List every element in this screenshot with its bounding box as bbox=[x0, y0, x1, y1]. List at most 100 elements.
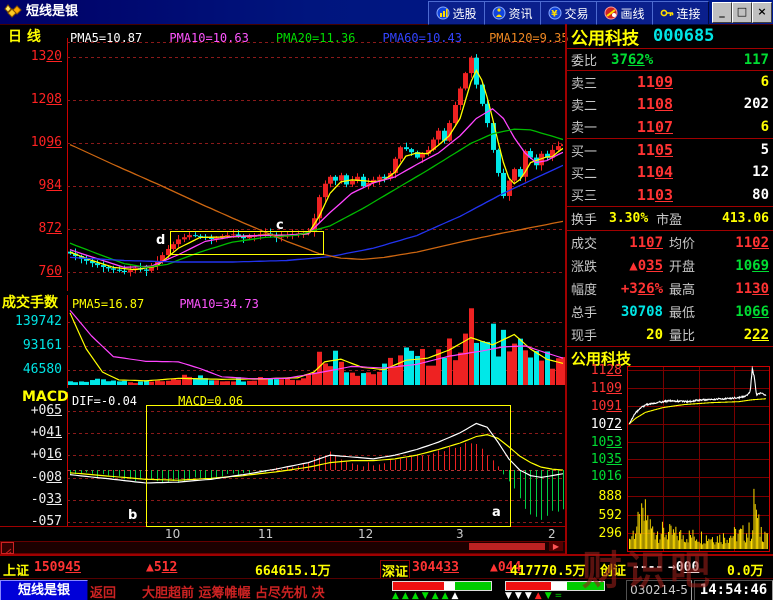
period-label: 日 线 bbox=[8, 26, 41, 46]
bid3-qty: 80 bbox=[752, 187, 769, 203]
draw-line-icon bbox=[604, 6, 618, 20]
ask1-price: 1107 bbox=[607, 118, 673, 136]
stock-pick-icon bbox=[436, 6, 450, 20]
bid-row-3: 买三 1103 80 bbox=[567, 183, 773, 207]
ask3-qty: 6 bbox=[761, 74, 769, 90]
pma60-readout: PMA60=10.43 bbox=[383, 31, 462, 45]
ask-row-2: 卖二 1108 202 bbox=[567, 93, 773, 115]
quote-panel: 公用科技 000685 委比 3762% 117 卖三 1109 6 卖二 11… bbox=[567, 24, 773, 369]
news-icon bbox=[492, 6, 506, 20]
stat-label: 开盘 bbox=[669, 256, 703, 275]
stock-pick-label: 选股 bbox=[452, 5, 476, 22]
news-button[interactable]: 资讯 bbox=[484, 1, 541, 25]
bid2-price: 1104 bbox=[607, 163, 673, 181]
price-axis-tick: 1208 bbox=[0, 93, 62, 106]
ask1-qty: 6 bbox=[761, 119, 769, 135]
ask-row-3: 卖三 1109 6 bbox=[567, 71, 773, 93]
price-axis-tick: 984 bbox=[0, 179, 62, 192]
cy-index-change: →000 bbox=[668, 560, 699, 575]
minimize-button[interactable]: _ bbox=[712, 2, 732, 23]
chart-scrollbar[interactable]: ▶ bbox=[0, 541, 567, 554]
stat-label: 均价 bbox=[669, 233, 703, 252]
ask3-price: 1109 bbox=[607, 73, 673, 91]
x-axis-month-label: 10 bbox=[165, 527, 180, 541]
stat-label: 最低 bbox=[669, 302, 703, 321]
price-axis-tick: 1320 bbox=[0, 50, 62, 63]
x-axis-month-label: 11 bbox=[258, 527, 273, 541]
pma20-readout: PMA20=11.36 bbox=[276, 31, 355, 45]
sz-index-amount: 417770.5万 bbox=[510, 560, 586, 579]
weibi-label: 委比 bbox=[571, 50, 597, 69]
annotation-letter-b: b bbox=[128, 508, 137, 523]
svg-text:¥: ¥ bbox=[552, 10, 559, 20]
stock-pick-button[interactable]: 选股 bbox=[428, 1, 485, 25]
turnover-value: 3.30% bbox=[609, 211, 648, 226]
stat-value: 1107 bbox=[605, 235, 663, 251]
intraday-price-tick: 1072 bbox=[560, 418, 622, 431]
window-title: 短线是银 bbox=[26, 0, 78, 24]
stat-label: 总手 bbox=[571, 302, 605, 321]
trade-icon: ¥ bbox=[548, 6, 562, 20]
stat-label: 幅度 bbox=[571, 279, 605, 298]
scrollbar-thumb[interactable] bbox=[469, 543, 545, 550]
stock-code: 000685 bbox=[653, 26, 714, 46]
stat-value: 222 bbox=[744, 327, 769, 343]
annotation-letter-a: a bbox=[492, 505, 501, 520]
bid1-qty: 5 bbox=[761, 142, 769, 158]
bid1-label: 买一 bbox=[571, 141, 607, 160]
stat-value: 1066 bbox=[735, 304, 769, 320]
bid2-label: 买二 bbox=[571, 163, 607, 182]
cy-index-amount: 0.0万 bbox=[727, 560, 763, 579]
stat-value: 20 bbox=[605, 327, 663, 343]
date-display: 030214-5 bbox=[626, 580, 692, 600]
stat-row: 成交 1107 均价 1102 bbox=[567, 231, 773, 254]
scrollbar-right-arrow[interactable]: ▶ bbox=[549, 542, 563, 551]
macd-axis-tick: +065 bbox=[0, 404, 62, 417]
maximize-button[interactable]: □ bbox=[732, 2, 752, 23]
breadth-bar bbox=[505, 581, 605, 591]
macd-axis-tick: +041 bbox=[0, 426, 62, 439]
intraday-price-tick: 1128 bbox=[560, 364, 622, 377]
stat-value: 30708 bbox=[605, 304, 663, 320]
annotation-box-macd bbox=[146, 405, 511, 527]
stock-name: 公用科技 bbox=[571, 24, 639, 49]
trade-button[interactable]: ¥ 交易 bbox=[540, 1, 597, 25]
connect-button[interactable]: 连接 bbox=[652, 1, 709, 25]
annotation-box-consolidation bbox=[170, 231, 324, 255]
price-axis-tick: 872 bbox=[0, 222, 62, 235]
draw-line-button[interactable]: 画线 bbox=[596, 1, 653, 25]
tab-duanxianshiyin[interactable]: 短线是银 bbox=[0, 580, 88, 600]
weibi-diff: 117 bbox=[744, 52, 769, 68]
trading-app-window: 短线是银 选股 资讯 ¥ 交易 bbox=[0, 0, 773, 600]
market-breadth-panel-2: ▼▼▼▲▼= bbox=[505, 581, 605, 599]
turnover-pe-row: 换手 3.30% 市盈 413.06 bbox=[567, 207, 773, 231]
daily-indicator-readout: PMA5=10.87 PMA10=10.63 PMA20=11.36 PMA60… bbox=[70, 27, 569, 46]
bid1-price: 1105 bbox=[607, 141, 673, 159]
pe-value: 413.06 bbox=[722, 211, 769, 226]
weibi-value: 3762% bbox=[611, 52, 653, 68]
bid-row-1: 买一 1105 5 bbox=[567, 139, 773, 161]
x-axis-month-label: 2 bbox=[548, 527, 556, 541]
intraday-price-tick: 1035 bbox=[560, 453, 622, 466]
stat-label: 现手 bbox=[571, 325, 605, 344]
intraday-chart-canvas bbox=[627, 366, 770, 552]
cy-index-label[interactable]: 创证 bbox=[600, 560, 626, 579]
bid3-price: 1103 bbox=[607, 186, 673, 204]
macd-axis-tick: +016 bbox=[0, 448, 62, 461]
back-button[interactable]: 返回 bbox=[90, 582, 116, 600]
weibi-row: 委比 3762% 117 bbox=[567, 49, 773, 71]
ask1-label: 卖一 bbox=[571, 117, 607, 136]
news-label: 资讯 bbox=[508, 5, 532, 22]
intraday-price-tick: 1016 bbox=[560, 470, 622, 483]
stat-value: 1069 bbox=[735, 258, 769, 274]
sh-index-change: ▲512 bbox=[146, 560, 177, 575]
close-button[interactable]: × bbox=[752, 2, 772, 23]
sh-index-value: 150945 bbox=[34, 560, 81, 575]
pma10-readout: PMA10=10.63 bbox=[169, 31, 248, 45]
sh-index-label[interactable]: 上证 bbox=[3, 560, 29, 580]
x-axis-row: 10 11 12 3 2 bbox=[0, 526, 565, 541]
resize-grip-icon[interactable] bbox=[1, 542, 14, 554]
volume-axis-tick: 46580 bbox=[0, 363, 62, 376]
vol-pma5-readout: PMA5=16.87 bbox=[72, 297, 144, 311]
pma120-readout: PMA120=9.35 bbox=[489, 31, 568, 45]
